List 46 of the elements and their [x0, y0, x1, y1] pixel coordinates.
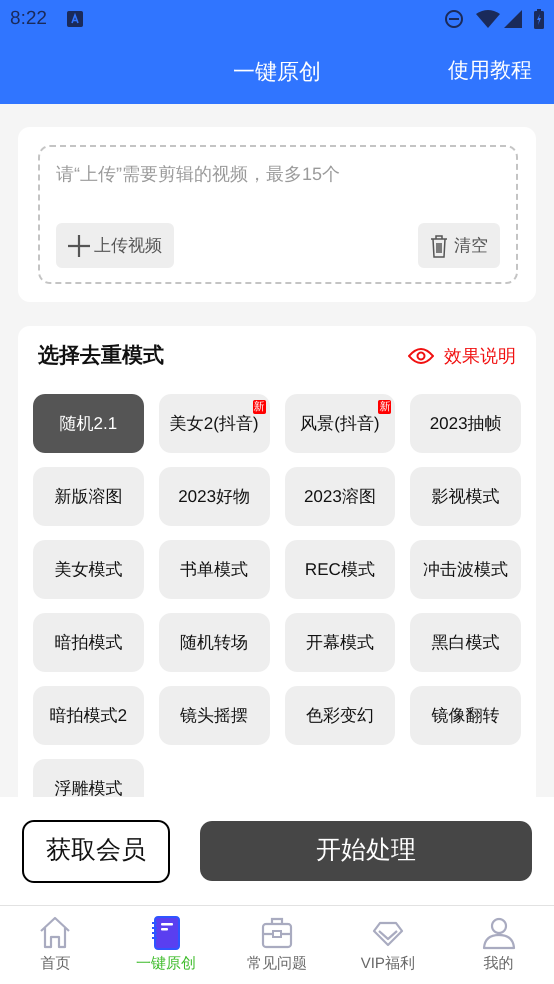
mode-option[interactable]: 2023抽帧 — [410, 394, 521, 453]
mode-option[interactable]: 美女模式 — [33, 540, 144, 599]
clear-button[interactable]: 清空 — [418, 223, 500, 268]
mode-option[interactable]: 影视模式 — [410, 467, 521, 526]
nav-tab[interactable]: 首页 — [0, 906, 111, 984]
mode-option[interactable]: 书单模式 — [158, 540, 270, 599]
nav-tab[interactable]: 我的 — [443, 906, 554, 984]
get-membership-button[interactable]: 获取会员 — [22, 820, 170, 882]
trash-icon — [430, 234, 448, 258]
new-badge: 新 — [378, 400, 392, 414]
effect-help-link[interactable]: 效果说明 — [408, 342, 516, 370]
wifi-icon — [476, 10, 500, 28]
mode-option[interactable]: 浮雕模式 — [33, 759, 144, 797]
nav-tab[interactable]: VIP福利 — [332, 906, 444, 984]
mode-option[interactable]: 黑白模式 — [410, 613, 521, 672]
eye-icon — [408, 347, 434, 365]
mode-option[interactable]: 随机2.1 — [33, 394, 144, 453]
status-time: 8:22 — [10, 6, 47, 31]
mode-option[interactable]: 镜头摇摆 — [158, 686, 270, 745]
signal-icon — [504, 10, 522, 28]
mode-option[interactable]: 随机转场 — [158, 613, 270, 672]
mode-option[interactable]: 镜像翻转 — [410, 686, 521, 745]
do-not-disturb-icon — [444, 9, 464, 29]
mode-option[interactable]: 暗拍模式2 — [33, 686, 144, 745]
mode-option[interactable]: 2023好物 — [158, 467, 270, 526]
page-title: 一键原创 — [233, 58, 321, 86]
mode-option[interactable]: 开幕模式 — [284, 613, 396, 672]
mode-option[interactable]: 色彩变幻 — [284, 686, 396, 745]
mode-option[interactable]: 冲击波模式 — [410, 540, 521, 599]
upload-video-button[interactable]: 上传视频 — [56, 223, 174, 268]
mode-option[interactable]: 新 美女2(抖音) — [158, 394, 270, 453]
mode-option[interactable]: 2023溶图 — [284, 467, 396, 526]
plus-icon — [68, 234, 90, 256]
mode-option[interactable]: 新 风景(抖音) — [284, 394, 396, 453]
tutorial-link[interactable]: 使用教程 — [448, 55, 532, 87]
battery-icon — [534, 9, 544, 29]
mode-option[interactable]: 暗拍模式 — [33, 613, 144, 672]
start-processing-button[interactable]: 开始处理 — [200, 821, 532, 881]
mode-option[interactable]: 新版溶图 — [33, 467, 144, 526]
nav-tab[interactable]: 常见问题 — [222, 906, 332, 984]
upload-hint: 请“上传”需要剪辑的视频，最多15个 — [56, 163, 342, 186]
section-title: 选择去重模式 — [38, 343, 164, 370]
mode-option[interactable]: REC模式 — [284, 540, 396, 599]
new-badge: 新 — [252, 400, 266, 414]
keyboard-icon — [66, 11, 83, 27]
upload-field[interactable]: 请“上传”需要剪辑的视频，最多15个 上传视频 清空 — [38, 145, 518, 284]
